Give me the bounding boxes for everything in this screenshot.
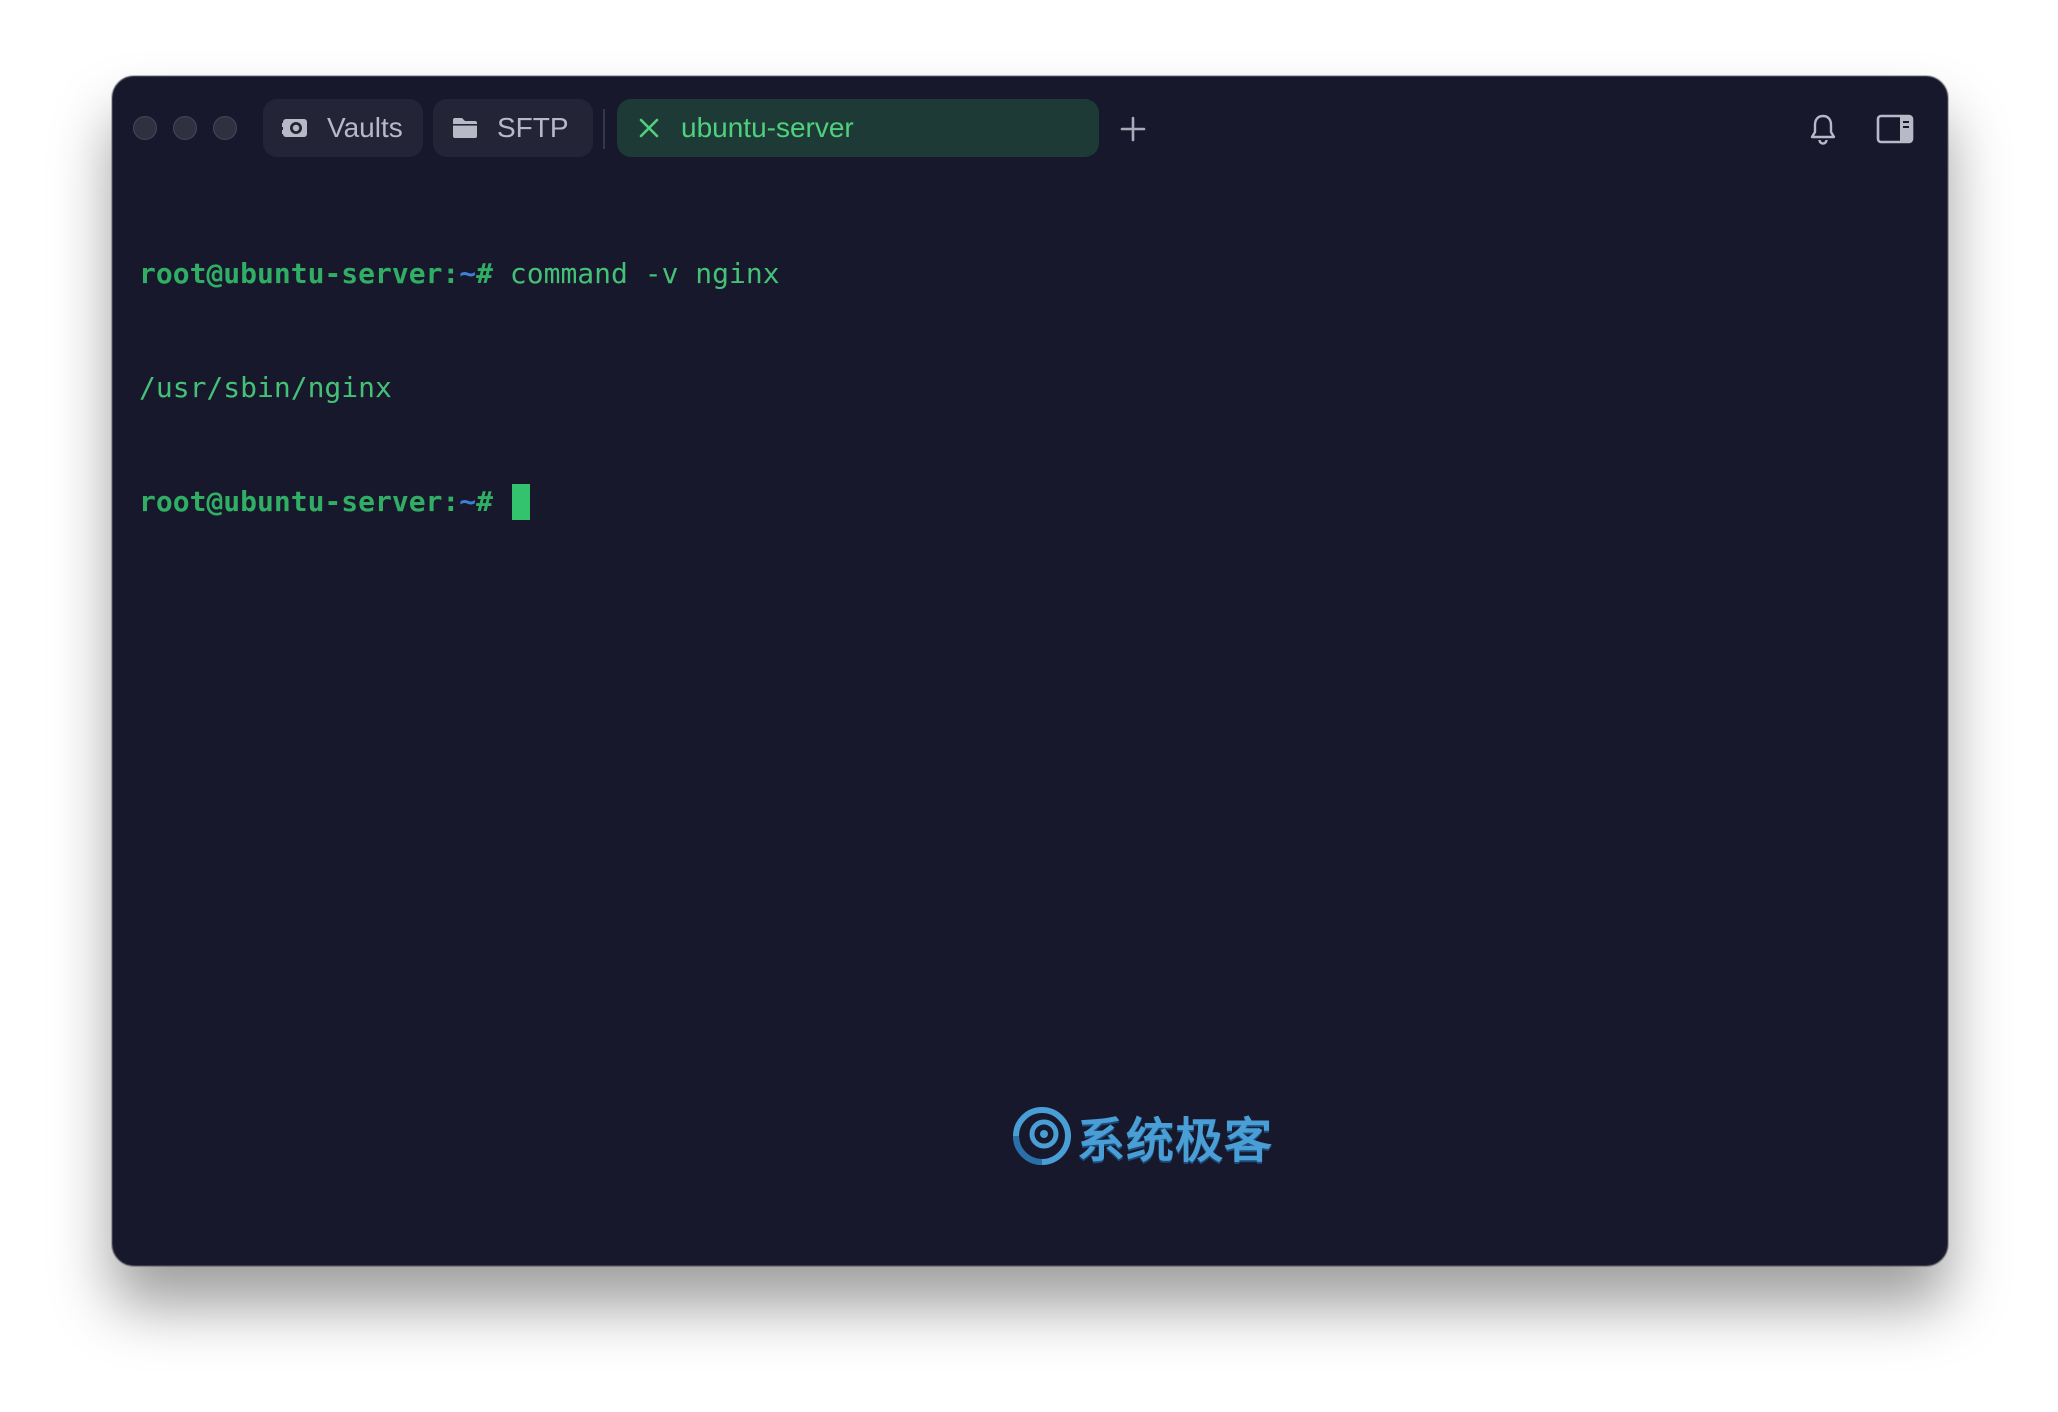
command-text: command -v nginx [493, 257, 780, 290]
title-bar: Vaults SFTP ubuntu-server [113, 77, 1947, 181]
terminal-line: /usr/sbin/nginx [139, 369, 1921, 407]
watermark: 系统极客 [1011, 1101, 1273, 1171]
command-output: /usr/sbin/nginx [139, 371, 392, 404]
tab-divider [603, 109, 605, 149]
close-icon[interactable] [633, 112, 665, 144]
terminal-cursor [511, 484, 530, 520]
prompt-path: ~ [459, 257, 477, 290]
notifications-button[interactable] [1803, 109, 1843, 149]
tab-sftp[interactable]: SFTP [433, 99, 593, 157]
bell-icon [1810, 114, 1836, 145]
prompt-path: ~ [459, 485, 477, 518]
sidebar-toggle-icon [1876, 114, 1914, 144]
maximize-window-button[interactable] [213, 116, 237, 140]
plus-icon [1120, 116, 1146, 142]
folder-icon [449, 112, 481, 144]
tab-ubuntu-server[interactable]: ubuntu-server [617, 99, 1099, 157]
prompt-user: root@ubuntu-server: [139, 485, 460, 518]
new-tab-button[interactable] [1113, 109, 1153, 149]
tab-vaults[interactable]: Vaults [263, 99, 423, 157]
close-window-button[interactable] [133, 116, 157, 140]
tab-ubuntu-server-label: ubuntu-server [681, 112, 854, 143]
terminal-line: root@ubuntu-server: ~ # command -v nginx [139, 255, 1921, 293]
terminal-line: root@ubuntu-server: ~ # [139, 483, 1921, 521]
terminal-output[interactable]: root@ubuntu-server: ~ # command -v nginx /… [139, 179, 1921, 1245]
tab-sftp-label: SFTP [497, 112, 569, 143]
command-text [493, 483, 510, 521]
tab-vaults-label: Vaults [327, 112, 403, 143]
sidebar-toggle-button[interactable] [1873, 107, 1917, 151]
prompt-symbol: # [476, 485, 494, 518]
prompt-user: root@ubuntu-server: [139, 257, 460, 290]
vault-icon [279, 112, 311, 144]
minimize-window-button[interactable] [173, 116, 197, 140]
watermark-text: 系统极客 [1077, 1113, 1274, 1169]
prompt-symbol: # [476, 257, 494, 290]
watermark-logo-icon [1013, 1107, 1071, 1165]
terminal-window: Vaults SFTP ubuntu-server root@ubuntu-se… [112, 76, 1948, 1266]
